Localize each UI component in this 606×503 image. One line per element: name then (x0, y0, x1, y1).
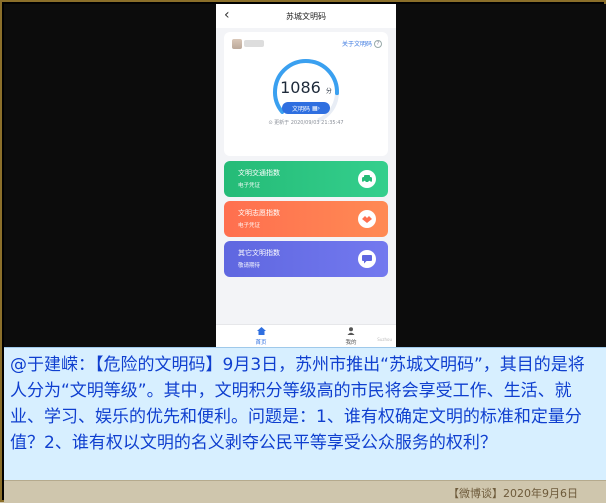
user-icon (306, 327, 396, 337)
tile-title: 其它文明指数 (238, 249, 280, 257)
tile-subtitle: 电子凭证 (238, 223, 261, 229)
handshake-icon (358, 210, 376, 228)
phone-screen: ‹ 苏城文明码 关于文明码 ? 1086 分 文明码 ▦› ⊙ 更新于 2020… (216, 4, 396, 347)
image-frame: ‹ 苏城文明码 关于文明码 ? 1086 分 文明码 ▦› ⊙ 更新于 2020… (0, 0, 606, 503)
update-time: ⊙ 更新于 2020/09/03 21:35:47 (268, 120, 344, 126)
score-unit: 分 (325, 88, 332, 95)
score-display: 1086 分 (224, 78, 388, 97)
nav-bar: ‹ 苏城文明码 (216, 4, 396, 28)
tile-volunteer-index[interactable]: 文明志愿指数 电子凭证 (224, 201, 388, 237)
help-icon: ? (374, 39, 382, 48)
user-name-blurred (244, 40, 264, 47)
tab-home-label: 首页 (255, 340, 267, 346)
tile-other-index[interactable]: 其它文明指数 敬请期待 (224, 241, 388, 277)
about-link-label: 关于文明码 (341, 41, 372, 48)
tile-traffic-index[interactable]: 文明交通指数 电子凭证 (224, 161, 388, 197)
caption-box: @于建嵘：【危险的文明码】9月3日，苏州市推出“苏城文明码”，其目的是将人分为“… (4, 347, 606, 481)
tile-subtitle: 电子凭证 (238, 183, 261, 189)
caption-text: @于建嵘：【危险的文明码】9月3日，苏州市推出“苏城文明码”，其目的是将人分为“… (10, 355, 585, 453)
home-icon (216, 327, 306, 337)
avatar (232, 39, 242, 49)
tile-title: 文明交通指数 (238, 169, 280, 177)
score-card: 关于文明码 ? 1086 分 文明码 ▦› ⊙ 更新于 2020/09/03 2… (224, 32, 388, 156)
back-icon[interactable]: ‹ (224, 7, 230, 23)
tab-home[interactable]: 首页 (216, 325, 306, 347)
civilization-code-button[interactable]: 文明码 ▦› (282, 102, 330, 114)
watermark: Suzhou (377, 337, 392, 342)
about-link[interactable]: 关于文明码 ? (342, 39, 382, 48)
chat-icon (358, 250, 376, 268)
footer-source: 【微博谈】2020年9月6日 (448, 487, 578, 500)
score-value: 1086 (280, 78, 321, 97)
tab-mine[interactable]: 我的 Suzhou (306, 325, 396, 347)
screenshot-area: ‹ 苏城文明码 关于文明码 ? 1086 分 文明码 ▦› ⊙ 更新于 2020… (4, 4, 606, 347)
car-icon (358, 170, 376, 188)
page-title: 苏城文明码 (286, 11, 326, 21)
tab-bar: 首页 我的 Suzhou (216, 324, 396, 347)
qr-code-icon: ▦› (311, 104, 321, 112)
civilization-code-label: 文明码 (291, 105, 310, 113)
tile-subtitle: 敬请期待 (238, 263, 261, 269)
footer-bar: 【微博谈】2020年9月6日 (4, 480, 606, 503)
tile-title: 文明志愿指数 (238, 209, 280, 217)
